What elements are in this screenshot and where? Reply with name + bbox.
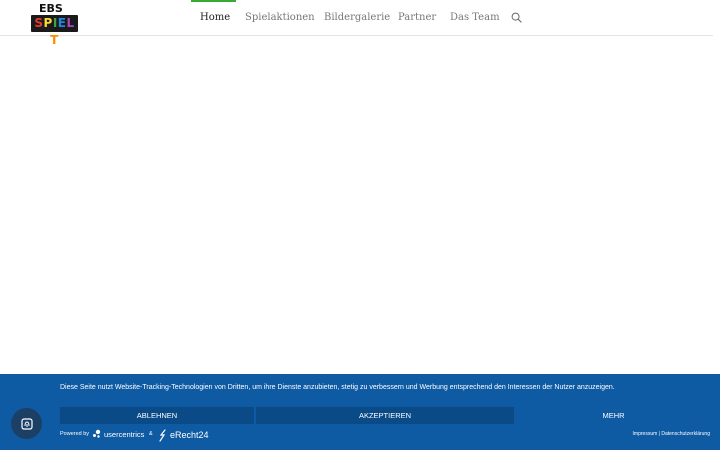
powered-by-label: Powered by xyxy=(60,431,90,437)
logo-letter: E xyxy=(57,16,67,30)
site-logo[interactable]: EBS SPIELT xyxy=(31,2,78,47)
usercentrics-mark-icon xyxy=(93,429,101,438)
logo-letter: T xyxy=(50,33,59,47)
usercentrics-label: usercentrics xyxy=(104,429,145,439)
nav-item-spielaktionen[interactable]: Spielaktionen xyxy=(245,12,315,23)
nav-active-indicator xyxy=(191,0,236,2)
decline-button[interactable]: Ablehnen xyxy=(60,407,254,424)
logo-text-top: EBS xyxy=(39,2,63,15)
nav-item-das-team[interactable]: Das Team xyxy=(450,12,500,23)
erecht24-label: eRecht24 xyxy=(170,430,209,440)
logo-letter: L xyxy=(66,16,75,30)
usercentrics-logo[interactable]: usercentrics xyxy=(92,428,144,440)
nav-item-partner[interactable]: Partner xyxy=(398,12,436,23)
more-button[interactable]: Mehr xyxy=(516,407,711,424)
logo-text-bottom: SPIELT xyxy=(31,15,78,47)
erecht24-mark-icon xyxy=(159,428,166,442)
logo-letter: S xyxy=(34,16,44,30)
erecht24-logo[interactable]: eRecht24 xyxy=(158,428,209,442)
nav-item-home[interactable]: Home xyxy=(200,12,230,23)
cookie-banner: Diese Seite nutzt Website-Tracking-Techn… xyxy=(0,374,720,450)
legal-links[interactable]: Impressum | Datenschutzerklärung xyxy=(633,431,710,437)
cookie-message: Diese Seite nutzt Website-Tracking-Techn… xyxy=(60,384,615,391)
nav-item-bildergalerie[interactable]: Bildergalerie xyxy=(324,12,390,23)
search-icon[interactable] xyxy=(511,12,522,23)
fingerprint-icon xyxy=(20,417,33,430)
accept-button[interactable]: Akzeptieren xyxy=(256,407,514,424)
site-header: EBS SPIELT Home Spielaktionen Bildergale… xyxy=(0,0,713,47)
privacy-settings-button[interactable] xyxy=(11,408,42,439)
ampersand: & xyxy=(149,431,153,437)
logo-letter: P xyxy=(43,16,53,30)
